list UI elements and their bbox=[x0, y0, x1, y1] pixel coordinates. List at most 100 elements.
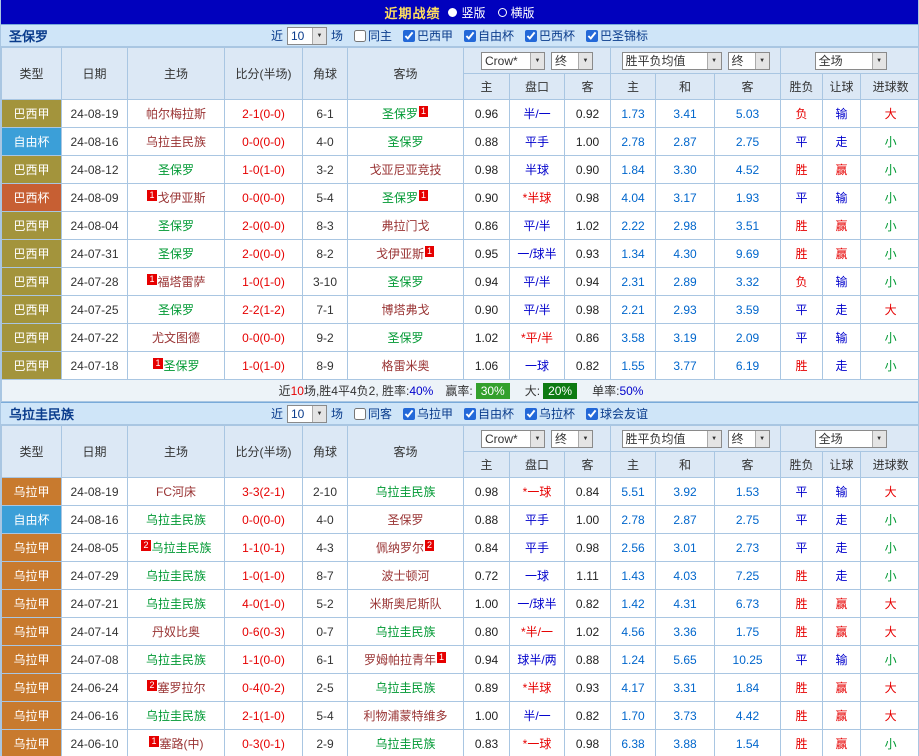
date-cell: 24-06-10 bbox=[62, 730, 128, 756]
filter-checkbox-巴西杯[interactable]: 巴西杯 bbox=[525, 27, 575, 44]
filter-checkbox-乌拉甲[interactable]: 乌拉甲 bbox=[403, 405, 453, 422]
match-row: 乌拉甲24-07-29乌拉圭民族1-0(1-0)8-7波士顿河0.72一球1.1… bbox=[2, 562, 919, 590]
col-home: 主场 bbox=[128, 426, 225, 478]
checkbox-input[interactable] bbox=[354, 408, 366, 420]
corner-cell: 8-7 bbox=[303, 562, 348, 590]
team-link[interactable]: 圣保罗 bbox=[387, 275, 423, 289]
score-cell: 4-0(1-0) bbox=[225, 590, 303, 618]
team-link[interactable]: 米斯奥尼斯队 bbox=[369, 597, 441, 611]
filter-checkbox-自由杯[interactable]: 自由杯 bbox=[464, 405, 514, 422]
away-team-cell: 博塔弗戈 bbox=[348, 296, 464, 324]
scope-select[interactable]: 全场▼ bbox=[815, 52, 887, 70]
odds-away-cell: 0.82 bbox=[565, 352, 611, 380]
team-link[interactable]: 圣保罗 bbox=[387, 135, 423, 149]
team-link[interactable]: 乌拉圭民族 bbox=[146, 653, 206, 667]
subcol-mean-draw: 和 bbox=[656, 452, 715, 478]
team-link[interactable]: 丹奴比奥 bbox=[152, 625, 200, 639]
team-link[interactable]: 圣保罗 bbox=[164, 359, 200, 373]
team-link[interactable]: 乌拉圭民族 bbox=[146, 513, 206, 527]
layout-radio-竖版[interactable]: 竖版 bbox=[448, 4, 485, 21]
score-cell: 2-0(0-0) bbox=[225, 212, 303, 240]
odds-company-select[interactable]: Crow*▼ bbox=[481, 52, 545, 70]
checkbox-input[interactable] bbox=[586, 408, 598, 420]
team-link[interactable]: 福塔雷萨 bbox=[158, 275, 206, 289]
mean-home-cell: 1.55 bbox=[611, 352, 656, 380]
layout-radio-横版[interactable]: 横版 bbox=[498, 4, 535, 21]
team-link[interactable]: 塞路(中) bbox=[160, 737, 204, 751]
team-link[interactable]: 帕尔梅拉斯 bbox=[146, 107, 206, 121]
match-count-select[interactable]: 10▼ bbox=[287, 405, 327, 423]
chevron-down-icon: ▼ bbox=[755, 431, 769, 447]
filter-checkbox-巴圣锦标[interactable]: 巴圣锦标 bbox=[586, 27, 648, 44]
team-link[interactable]: 乌拉圭民族 bbox=[146, 709, 206, 723]
team-link[interactable]: 圣保罗 bbox=[387, 331, 423, 345]
team-link[interactable]: 戈伊亚斯 bbox=[158, 191, 206, 205]
select-value: 终 bbox=[729, 53, 755, 69]
red-card-badge: 2 bbox=[141, 540, 150, 551]
team-link[interactable]: 佩纳罗尔 bbox=[376, 541, 424, 555]
mean-stage-select[interactable]: 终▼ bbox=[728, 430, 770, 448]
mean-stage-select[interactable]: 终▼ bbox=[728, 52, 770, 70]
team-link[interactable]: FC河床 bbox=[156, 485, 196, 499]
team-link[interactable]: 尤文图德 bbox=[152, 331, 200, 345]
team-link[interactable]: 利物浦蒙特维多 bbox=[363, 709, 447, 723]
result-cell: 胜 bbox=[781, 702, 823, 730]
team-link[interactable]: 乌拉圭民族 bbox=[146, 135, 206, 149]
let-result-cell: 赢 bbox=[823, 212, 861, 240]
home-team-cell: 乌拉圭民族 bbox=[128, 562, 225, 590]
checkbox-input[interactable] bbox=[354, 30, 366, 42]
filter-checkbox-球会友谊[interactable]: 球会友谊 bbox=[586, 405, 648, 422]
team-link[interactable]: 戈伊亚斯 bbox=[376, 247, 424, 261]
team-link[interactable]: 塞罗拉尔 bbox=[158, 681, 206, 695]
team-link[interactable]: 波士顿河 bbox=[381, 569, 429, 583]
subcol-mean-home: 主 bbox=[611, 452, 656, 478]
team-link[interactable]: 圣保罗 bbox=[387, 513, 423, 527]
team-link[interactable]: 乌拉圭民族 bbox=[146, 597, 206, 611]
team-link[interactable]: 乌拉圭民族 bbox=[375, 485, 435, 499]
team-link[interactable]: 圣保罗 bbox=[382, 107, 418, 121]
odds-stage-select[interactable]: 终▼ bbox=[551, 52, 593, 70]
team-link[interactable]: 罗姆帕拉青年 bbox=[364, 653, 436, 667]
team-link[interactable]: 圣保罗 bbox=[158, 247, 194, 261]
team-link[interactable]: 戈亚尼亚竞技 bbox=[369, 163, 441, 177]
chevron-down-icon: ▼ bbox=[872, 53, 886, 69]
match-count-select[interactable]: 10▼ bbox=[287, 27, 327, 45]
checkbox-input[interactable] bbox=[525, 408, 537, 420]
team-link[interactable]: 圣保罗 bbox=[158, 303, 194, 317]
team-link[interactable]: 乌拉圭民族 bbox=[375, 681, 435, 695]
mean-type-select[interactable]: 胜平负均值▼ bbox=[622, 52, 722, 70]
odds-stage-select[interactable]: 终▼ bbox=[551, 430, 593, 448]
mean-home-cell: 1.24 bbox=[611, 646, 656, 674]
filter-checkbox-自由杯[interactable]: 自由杯 bbox=[464, 27, 514, 44]
filter-checkbox-同客[interactable]: 同客 bbox=[354, 405, 392, 422]
goal-result-cell: 小 bbox=[861, 730, 919, 756]
col-date: 日期 bbox=[62, 48, 128, 100]
odds-company-select[interactable]: Crow*▼ bbox=[481, 430, 545, 448]
team-link[interactable]: 格雷米奥 bbox=[381, 359, 429, 373]
odds-group-header: Crow*▼ 终▼ bbox=[464, 48, 611, 74]
team-link[interactable]: 乌拉圭民族 bbox=[146, 569, 206, 583]
filter-checkbox-同主[interactable]: 同主 bbox=[354, 27, 392, 44]
scope-select[interactable]: 全场▼ bbox=[815, 430, 887, 448]
checkbox-input[interactable] bbox=[403, 30, 415, 42]
team-link[interactable]: 圣保罗 bbox=[382, 191, 418, 205]
result-cell: 负 bbox=[781, 100, 823, 128]
mean-type-select[interactable]: 胜平负均值▼ bbox=[622, 430, 722, 448]
team-link[interactable]: 乌拉圭民族 bbox=[375, 737, 435, 751]
mean-away-cell: 2.75 bbox=[715, 506, 781, 534]
team-link[interactable]: 圣保罗 bbox=[158, 163, 194, 177]
checkbox-input[interactable] bbox=[586, 30, 598, 42]
checkbox-input[interactable] bbox=[403, 408, 415, 420]
checkbox-input[interactable] bbox=[464, 408, 476, 420]
filter-checkbox-巴西甲[interactable]: 巴西甲 bbox=[403, 27, 453, 44]
team-link[interactable]: 圣保罗 bbox=[158, 219, 194, 233]
team-link[interactable]: 乌拉圭民族 bbox=[375, 625, 435, 639]
select-value: Crow* bbox=[482, 431, 530, 447]
mean-draw-cell: 2.93 bbox=[656, 296, 715, 324]
checkbox-input[interactable] bbox=[525, 30, 537, 42]
filter-checkbox-乌拉杯[interactable]: 乌拉杯 bbox=[525, 405, 575, 422]
team-link[interactable]: 乌拉圭民族 bbox=[152, 541, 212, 555]
team-link[interactable]: 弗拉门戈 bbox=[381, 219, 429, 233]
checkbox-input[interactable] bbox=[464, 30, 476, 42]
team-link[interactable]: 博塔弗戈 bbox=[381, 303, 429, 317]
